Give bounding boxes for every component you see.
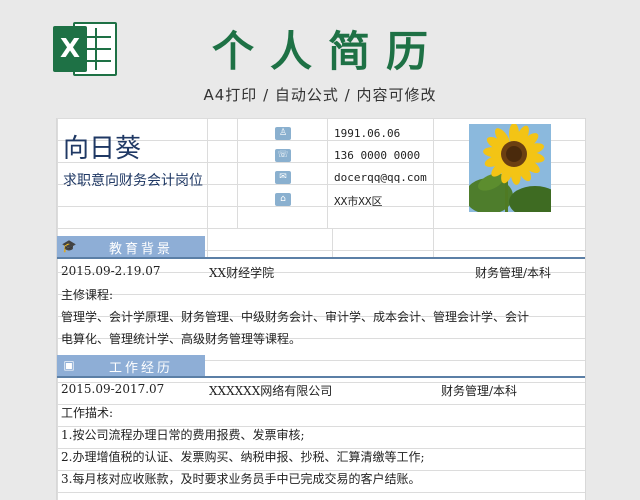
email-address[interactable]: docerqq@qq.com [334,171,427,184]
mail-icon: ✉ [275,171,291,184]
briefcase-icon: ▣ [63,358,75,372]
work-divider [57,376,585,378]
education-period[interactable]: 2015.09-2.19.07 [61,264,160,278]
courses-label[interactable]: 主修课程: [61,286,113,303]
resume-sheet[interactable]: 向日葵 求职意向财务会计岗位 ♙ 1991.06.06 ☏ 136 0000 0… [56,118,586,500]
job-objective[interactable]: 求职意向财务会计岗位 [63,170,203,190]
work-position[interactable]: 财务管理/本科 [441,382,517,399]
education-title: 教育背景 [109,242,174,257]
page-title: 个人简历 [211,27,444,76]
work-section-header: ▣ 工作经历 [57,355,205,376]
education-school[interactable]: XX财经学院 [209,264,274,281]
work-desc-label[interactable]: 工作描术: [61,404,113,421]
sunflower-icon [469,124,551,212]
location-icon: ⌂ [275,193,291,206]
work-item-3[interactable]: 3.每月核对应收账款，及时要求业务员手中已完成交易的客户结账。 [61,470,420,487]
phone-icon: ☏ [275,149,291,162]
graduation-cap-icon: 🎓 [61,239,77,253]
work-item-1[interactable]: 1.按公司流程办理日常的费用报费、发票审核; [61,426,305,443]
courses-line-2[interactable]: 电算化、管理统计学、高级财务管理等课程。 [61,330,301,347]
sunflower-photo[interactable] [469,124,551,212]
birth-date[interactable]: 1991.06.06 [334,127,400,140]
address[interactable]: XX市XX区 [334,193,383,209]
user-icon: ♙ [275,127,291,140]
education-section-header: 🎓 教育背景 [57,236,205,257]
work-item-2[interactable]: 2.办理增值税的认证、发票购买、纳税申报、抄税、汇算清缴等工作; [61,448,425,465]
candidate-name[interactable]: 向日葵 [63,128,141,165]
courses-line-1[interactable]: 管理学、会计学原理、财务管理、中级财务会计、审计学、成本会计、管理会计学、会计 [61,308,529,325]
education-divider [57,257,585,259]
work-company[interactable]: XXXXXX网络有限公司 [209,382,332,399]
phone-number[interactable]: 136 0000 0000 [334,149,420,162]
page-subtitle: A4打印 / 自动公式 / 内容可修改 [203,86,437,104]
work-period[interactable]: 2015.09-2017.07 [61,382,164,396]
education-major[interactable]: 财务管理/本科 [475,264,551,281]
work-title: 工作经历 [109,361,174,376]
